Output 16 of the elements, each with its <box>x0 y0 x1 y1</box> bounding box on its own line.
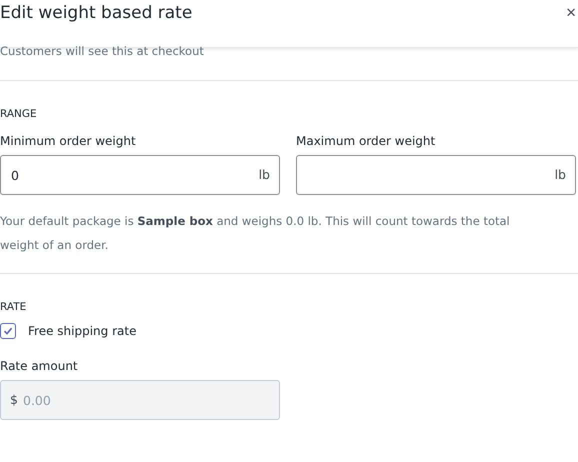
package-note: Your default package is Sample box and weighs 0.0 lb. This will count towards the total weight of an order. <box>0 213 511 254</box>
field-label: Minimum order weight <box>0 134 137 148</box>
field-label: Maximum order weight <box>296 134 436 148</box>
section-heading: RATE <box>0 301 28 313</box>
unit-suffix: lb <box>554 167 566 182</box>
helper-text: Customers will see this at checkout <box>0 44 204 58</box>
weight-field[interactable] <box>296 155 576 195</box>
close-button[interactable]: × <box>566 1 576 25</box>
dialog-title: Edit weight based rate <box>0 2 192 25</box>
field-label: Rate amount <box>0 359 79 373</box>
checkbox[interactable] <box>0 323 16 339</box>
unit-suffix: lb <box>258 167 270 182</box>
checkmark-icon <box>3 326 13 336</box>
section-heading: RANGE <box>0 108 38 120</box>
checkbox-label: Free shipping rate <box>28 324 136 338</box>
currency-prefix: $ <box>10 392 18 407</box>
